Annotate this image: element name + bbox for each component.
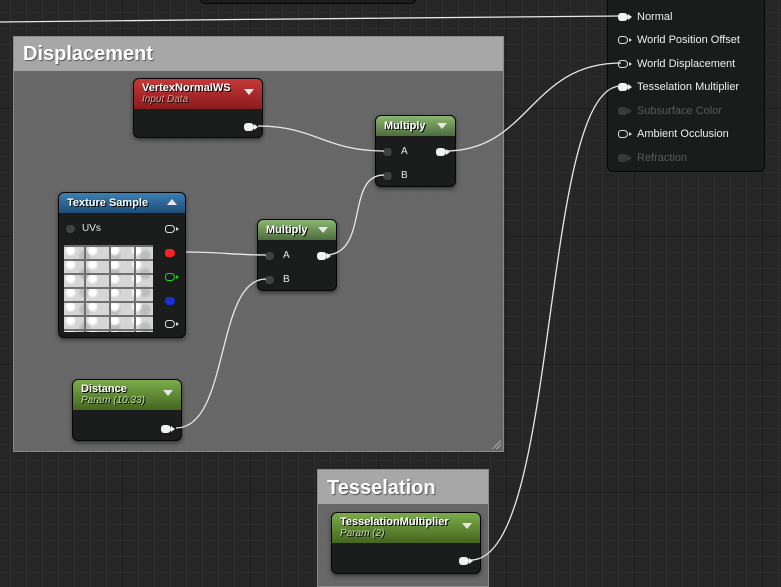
input-pin[interactable] bbox=[618, 36, 632, 44]
node-distance-param[interactable]: Distance Param (10.33) bbox=[72, 379, 182, 441]
collapse-arrow-icon[interactable] bbox=[462, 523, 472, 529]
material-input-label: Refraction bbox=[637, 152, 688, 164]
a-output-pin[interactable] bbox=[165, 320, 179, 328]
node-header[interactable]: Texture Sample bbox=[59, 193, 185, 213]
comment-title: Tesselation bbox=[318, 470, 488, 504]
resize-handle[interactable] bbox=[491, 439, 501, 449]
material-input-label: Normal bbox=[637, 11, 673, 23]
collapse-arrow-icon[interactable] bbox=[318, 227, 328, 233]
input-pin[interactable] bbox=[618, 13, 632, 21]
offscreen-node[interactable] bbox=[200, 0, 416, 4]
uvs-label: UVs bbox=[82, 223, 101, 234]
input-pin bbox=[618, 154, 632, 162]
material-input-label: Subsurface Color bbox=[637, 105, 722, 117]
material-input-label: Ambient Occlusion bbox=[637, 128, 729, 140]
output-pin[interactable] bbox=[161, 425, 175, 433]
collapse-arrow-icon[interactable] bbox=[244, 89, 254, 95]
texture-preview-image bbox=[64, 245, 153, 332]
g-output-pin[interactable] bbox=[165, 273, 179, 281]
node-header[interactable]: Multiply bbox=[258, 220, 336, 240]
pin-b-label: B bbox=[283, 274, 290, 285]
input-pin[interactable] bbox=[618, 130, 632, 138]
node-header[interactable]: Distance Param (10.33) bbox=[73, 380, 181, 410]
comment-title: Displacement bbox=[14, 37, 503, 71]
node-vertex-normal-ws[interactable]: VertexNormalWS Input Data bbox=[133, 78, 263, 138]
input-pin-b[interactable] bbox=[383, 172, 392, 180]
pin-b-label: B bbox=[401, 170, 408, 181]
uvs-input-pin[interactable] bbox=[66, 225, 75, 233]
node-texture-sample[interactable]: Texture Sample UVs bbox=[58, 192, 186, 338]
node-header[interactable]: TesselationMultiplier Param (2) bbox=[332, 513, 480, 543]
node-title: Multiply bbox=[266, 224, 308, 236]
input-pin bbox=[618, 107, 632, 115]
node-title: Texture Sample bbox=[67, 197, 149, 209]
input-pin-b[interactable] bbox=[265, 276, 274, 284]
r-output-pin[interactable] bbox=[165, 249, 175, 257]
b-output-pin[interactable] bbox=[165, 297, 175, 305]
node-title: Multiply bbox=[384, 120, 426, 132]
node-header[interactable]: VertexNormalWS Input Data bbox=[134, 79, 262, 109]
node-header[interactable]: Multiply bbox=[376, 116, 455, 136]
node-subtitle: Input Data bbox=[142, 94, 189, 105]
wire-top-to-normal bbox=[0, 15, 622, 23]
node-title: VertexNormalWS bbox=[142, 82, 231, 94]
input-pin-a[interactable] bbox=[265, 252, 274, 260]
expand-arrow-icon[interactable] bbox=[167, 199, 177, 205]
node-title: Distance bbox=[81, 383, 127, 395]
rgb-output-pin[interactable] bbox=[165, 225, 179, 233]
pin-a-label: A bbox=[401, 146, 408, 157]
collapse-arrow-icon[interactable] bbox=[163, 390, 173, 396]
material-input-label: World Displacement bbox=[637, 58, 736, 70]
material-input-label: World Position Offset bbox=[637, 34, 740, 46]
collapse-arrow-icon[interactable] bbox=[437, 123, 447, 129]
node-multiply-lower[interactable]: Multiply A B bbox=[257, 219, 337, 291]
input-pin[interactable] bbox=[618, 83, 632, 91]
node-subtitle: Param (2) bbox=[340, 528, 385, 539]
material-input-label: Tesselation Multiplier bbox=[637, 81, 740, 93]
node-multiply-upper[interactable]: Multiply A B bbox=[375, 115, 456, 187]
pin-a-label: A bbox=[283, 250, 290, 261]
output-pin[interactable] bbox=[317, 252, 331, 260]
output-pin[interactable] bbox=[436, 148, 450, 156]
node-tesselation-multiplier-param[interactable]: TesselationMultiplier Param (2) bbox=[331, 512, 481, 574]
output-pin[interactable] bbox=[459, 557, 473, 565]
node-subtitle: Param (10.33) bbox=[81, 395, 145, 406]
material-output-node[interactable]: Normal World Position Offset World Displ… bbox=[607, 0, 765, 172]
node-title: TesselationMultiplier bbox=[340, 516, 449, 528]
input-pin[interactable] bbox=[618, 60, 632, 68]
input-pin-a[interactable] bbox=[383, 148, 392, 156]
output-pin[interactable] bbox=[244, 123, 258, 131]
